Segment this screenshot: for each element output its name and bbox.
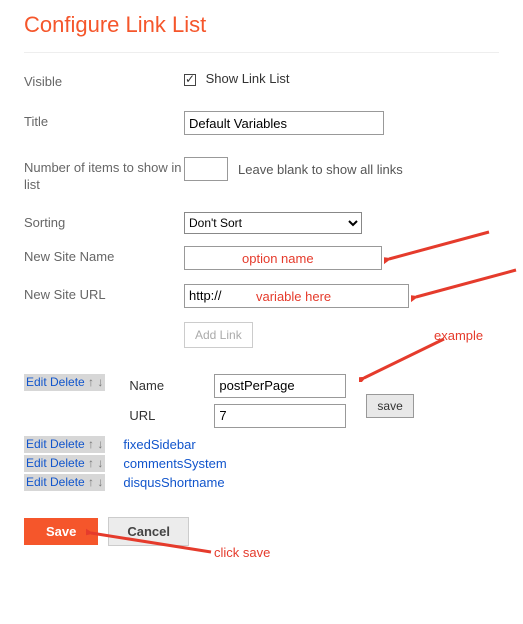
list-item: Edit Delete ↑ ↓ commentsSystem — [24, 455, 499, 472]
entry-link-name[interactable]: commentsSystem — [123, 456, 226, 471]
save-button[interactable]: Save — [24, 518, 98, 545]
divider — [24, 52, 499, 53]
annotation-example: example — [434, 328, 483, 343]
entry-actions[interactable]: Edit Delete ↑ ↓ — [24, 455, 105, 472]
new-site-url-label: New Site URL — [24, 284, 184, 302]
entry-link-name[interactable]: fixedSidebar — [123, 437, 195, 452]
annotation-arrow-icon — [411, 267, 521, 303]
sort-arrows-icon[interactable]: ↑ ↓ — [88, 475, 103, 489]
entry-url-input[interactable] — [214, 404, 346, 428]
sort-arrows-icon[interactable]: ↑ ↓ — [88, 375, 103, 389]
show-link-list-label: Show Link List — [206, 71, 290, 86]
new-site-url-input[interactable] — [184, 284, 409, 308]
show-link-list-checkbox[interactable] — [184, 74, 196, 86]
sorting-select[interactable]: Don't Sort — [184, 212, 362, 234]
numitems-hint: Leave blank to show all links — [238, 162, 403, 177]
cancel-button[interactable]: Cancel — [108, 517, 189, 546]
entry-actions[interactable]: Edit Delete ↑ ↓ — [24, 474, 105, 491]
entry-url-label: URL — [129, 408, 214, 423]
add-link-button[interactable]: Add Link — [184, 322, 253, 348]
page-title: Configure Link List — [24, 12, 499, 38]
list-item: Edit Delete ↑ ↓ fixedSidebar — [24, 436, 499, 453]
entry-name-input[interactable] — [214, 374, 346, 398]
visible-label: Visible — [24, 71, 184, 89]
entry-save-button[interactable]: save — [366, 394, 413, 418]
new-site-name-input[interactable] — [184, 246, 382, 270]
sort-arrows-icon[interactable]: ↑ ↓ — [88, 437, 103, 451]
numitems-input[interactable] — [184, 157, 228, 181]
entry-edit-actions[interactable]: Edit Delete ↑ ↓ — [24, 374, 105, 391]
title-label: Title — [24, 111, 184, 129]
sort-arrows-icon[interactable]: ↑ ↓ — [88, 456, 103, 470]
entry-actions[interactable]: Edit Delete ↑ ↓ — [24, 436, 105, 453]
list-item: Edit Delete ↑ ↓ disqusShortname — [24, 474, 499, 491]
annotation-click-save: click save — [214, 545, 270, 560]
annotation-arrow-icon — [384, 229, 494, 265]
numitems-label: Number of items to show in list — [24, 157, 184, 194]
new-site-name-label: New Site Name — [24, 246, 184, 264]
entry-link-name[interactable]: disqusShortname — [123, 475, 224, 490]
sorting-label: Sorting — [24, 212, 184, 230]
title-input[interactable] — [184, 111, 384, 135]
entry-name-label: Name — [129, 378, 214, 393]
